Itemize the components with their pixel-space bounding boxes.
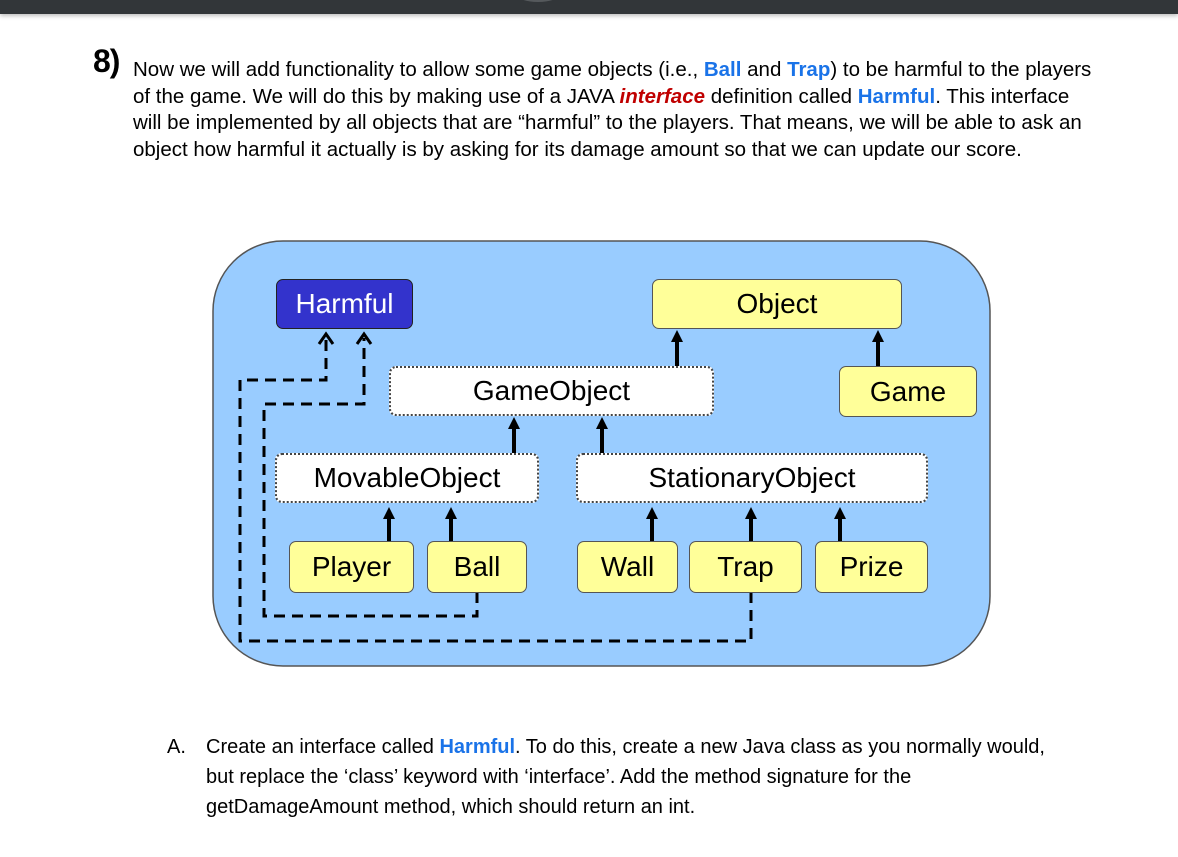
arrowhead — [872, 330, 884, 342]
arrowhead — [596, 417, 608, 429]
part-a-text: Create an interface called Harmful. To d… — [206, 732, 1046, 822]
class-movableobject[interactable]: MovableObject — [275, 453, 539, 503]
arrowhead — [646, 507, 658, 519]
class-object[interactable]: Object — [652, 279, 902, 329]
arrowhead — [445, 507, 457, 519]
toolbar-handle[interactable] — [516, 0, 560, 2]
list-marker: A. — [167, 736, 186, 758]
open-arrowhead — [317, 331, 335, 345]
question-number: 8) — [93, 43, 120, 79]
arrowhead — [671, 330, 683, 342]
class-wall[interactable]: Wall — [577, 541, 678, 593]
arrowhead — [834, 507, 846, 519]
arrowhead — [745, 507, 757, 519]
intro-text: and — [741, 58, 788, 81]
intro-text: definition called — [705, 84, 858, 108]
arrowhead — [383, 507, 395, 519]
part-a-text-1: Create an interface called — [206, 736, 440, 758]
open-arrowhead — [355, 331, 373, 345]
highlight-harmful: Harmful — [857, 84, 936, 108]
class-prize[interactable]: Prize — [815, 541, 928, 593]
class-gameobject[interactable]: GameObject — [389, 366, 714, 416]
class-ball[interactable]: Ball — [427, 541, 527, 593]
class-stationaryobject[interactable]: StationaryObject — [576, 453, 928, 503]
viewer-toolbar — [0, 0, 1178, 14]
highlight-trap: Trap — [787, 58, 831, 81]
highlight-harmful: Harmful — [439, 736, 516, 758]
class-trap[interactable]: Trap — [689, 541, 802, 593]
class-player[interactable]: Player — [289, 541, 414, 593]
keyword-interface: interface — [619, 84, 706, 108]
question-intro: Now we will add functionality to allow s… — [133, 57, 1093, 163]
class-harmful[interactable]: Harmful — [276, 279, 413, 329]
class-game[interactable]: Game — [839, 366, 977, 417]
intro-text: Now we will add functionality to allow s… — [133, 58, 704, 81]
highlight-ball: Ball — [703, 58, 742, 81]
arrowhead — [508, 417, 520, 429]
